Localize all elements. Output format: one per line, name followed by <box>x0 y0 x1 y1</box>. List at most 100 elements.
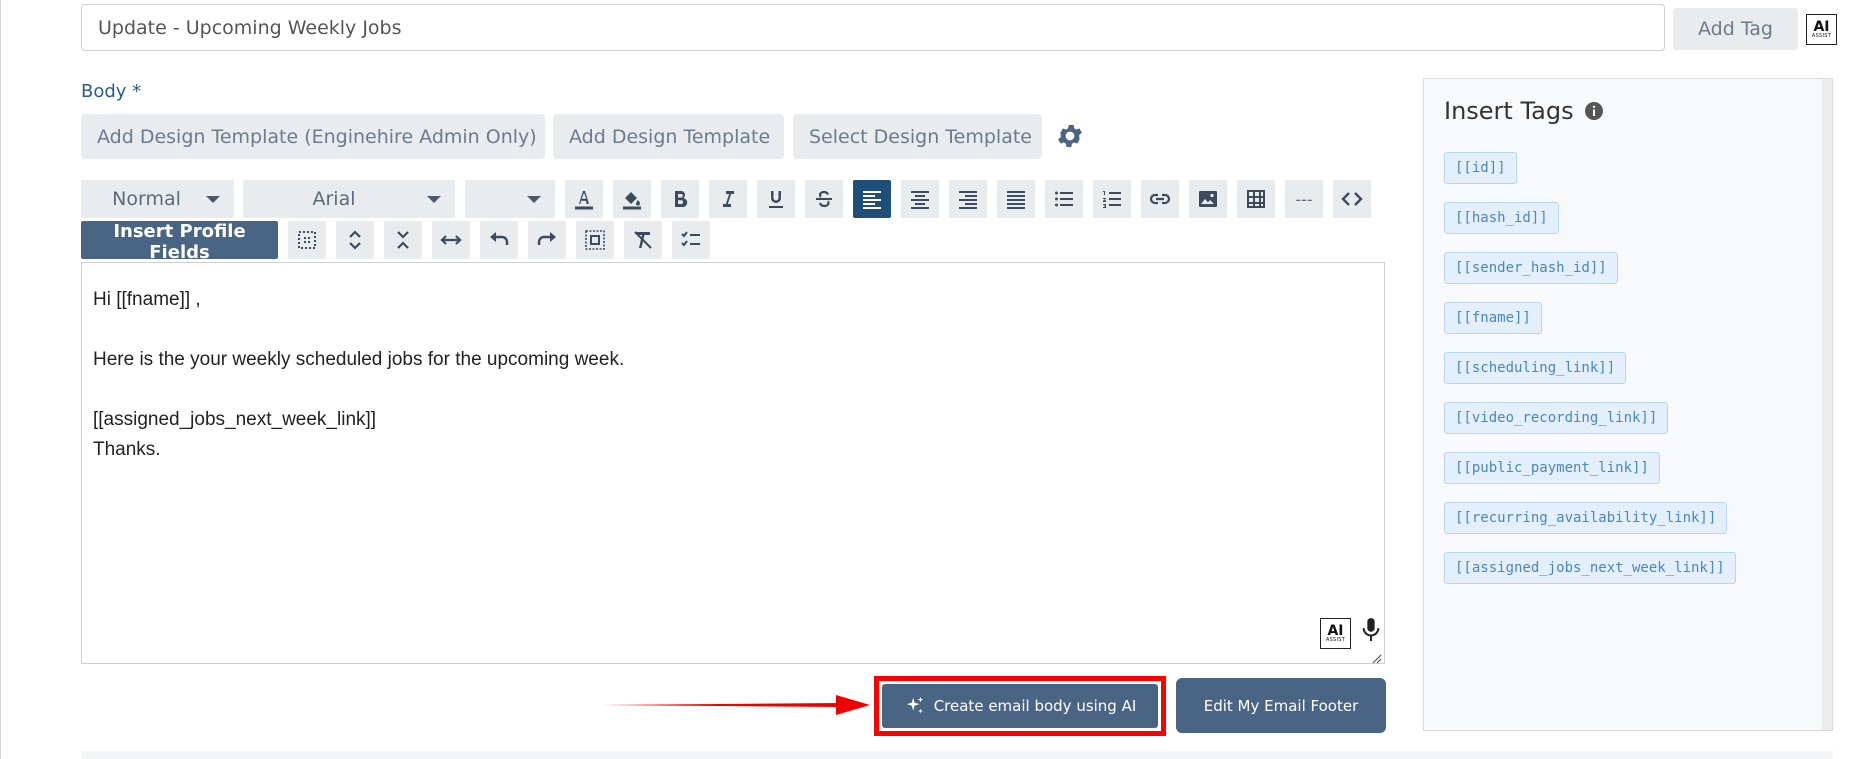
editor-line: Hi [[fname]] , <box>93 289 201 310</box>
format-dropdown-value: Normal <box>112 188 181 210</box>
subject-input[interactable] <box>81 4 1665 51</box>
strikethrough-icon <box>816 190 832 208</box>
insert-tags-title: Insert Tags <box>1444 97 1574 125</box>
align-justify-button[interactable] <box>997 180 1035 218</box>
email-body-editor[interactable]: Hi [[fname]] , Here is the your weekly s… <box>81 262 1385 664</box>
redo-icon <box>537 232 556 245</box>
font-color-button[interactable] <box>565 180 603 218</box>
edit-email-footer-button[interactable]: Edit My Email Footer <box>1176 678 1386 733</box>
create-email-body-ai-button[interactable]: Create email body using AI <box>882 684 1158 728</box>
collapse-vertical-button[interactable] <box>384 221 422 259</box>
editor-line: [[assigned_jobs_next_week_link]] <box>93 409 377 430</box>
create-email-body-ai-label: Create email body using AI <box>933 697 1137 715</box>
expand-horizontal-button[interactable] <box>432 221 470 259</box>
editor-line: Thanks. <box>93 439 161 460</box>
add-design-template-button[interactable]: Add Design Template <box>553 114 784 159</box>
clear-format-icon <box>634 231 652 249</box>
bullet-list-icon <box>1055 191 1073 207</box>
tag-chip[interactable]: [[hash_id]] <box>1444 202 1559 234</box>
align-right-button[interactable] <box>949 180 987 218</box>
horizontal-rule-button[interactable]: --- <box>1285 180 1323 218</box>
body-label: Body * <box>81 81 142 102</box>
italic-button[interactable] <box>709 180 747 218</box>
align-center-icon <box>911 191 929 209</box>
tag-chip[interactable]: [[fname]] <box>1444 302 1542 334</box>
horizontal-rule-label: --- <box>1295 189 1313 209</box>
paint-bucket-icon <box>623 192 641 210</box>
align-left-button[interactable] <box>853 180 891 218</box>
tag-chip[interactable]: [[assigned_jobs_next_week_link]] <box>1444 552 1736 584</box>
redo-button[interactable] <box>528 221 566 259</box>
code-view-button[interactable] <box>1333 180 1371 218</box>
expand-vertical-button[interactable] <box>336 221 374 259</box>
padding-icon <box>585 230 605 250</box>
annotation-arrow-icon <box>600 695 870 715</box>
align-justify-icon <box>1007 191 1025 209</box>
left-border <box>0 0 1 759</box>
font-color-icon <box>575 191 593 210</box>
link-icon <box>1149 193 1171 205</box>
info-icon[interactable] <box>1584 101 1604 121</box>
align-center-button[interactable] <box>901 180 939 218</box>
table-icon <box>1247 190 1265 208</box>
clear-format-button[interactable] <box>624 221 662 259</box>
bold-button[interactable] <box>661 180 699 218</box>
font-dropdown-value: Arial <box>312 188 356 210</box>
strikethrough-button[interactable] <box>805 180 843 218</box>
add-tag-button[interactable]: Add Tag <box>1673 8 1798 50</box>
size-dropdown[interactable] <box>465 180 555 218</box>
font-dropdown[interactable]: Arial <box>243 180 455 218</box>
microphone-icon[interactable] <box>1360 617 1382 643</box>
resize-handle-icon[interactable] <box>1370 652 1382 664</box>
ai-button-highlight: Create email body using AI <box>874 676 1166 736</box>
ai-assist-label: AI <box>1813 19 1830 35</box>
tag-chip[interactable]: [[scheduling_link]] <box>1444 352 1627 384</box>
numbered-list-icon <box>1103 191 1121 208</box>
tag-chip[interactable]: [[video_recording_link]] <box>1444 402 1669 434</box>
undo-icon <box>490 232 509 245</box>
arrows-horizontal-icon <box>440 235 462 245</box>
insert-tags-heading: Insert Tags <box>1444 97 1604 125</box>
select-all-button[interactable] <box>288 221 326 259</box>
editor-line: Here is the your weekly scheduled jobs f… <box>93 349 625 370</box>
checklist-button[interactable] <box>672 221 710 259</box>
undo-button[interactable] <box>480 221 518 259</box>
tag-chip[interactable]: [[id]] <box>1444 152 1517 184</box>
tags-scrollbar[interactable] <box>1822 79 1832 730</box>
italic-icon <box>723 191 734 207</box>
checklist-icon <box>681 231 700 247</box>
image-button[interactable] <box>1189 180 1227 218</box>
chevron-up-down-icon <box>349 230 361 250</box>
next-section-edge <box>81 751 1833 759</box>
chevron-down-icon <box>527 196 541 203</box>
tag-chip[interactable]: [[sender_hash_id]] <box>1444 252 1618 284</box>
table-button[interactable] <box>1237 180 1275 218</box>
code-icon <box>1341 192 1363 206</box>
select-all-icon <box>298 231 316 249</box>
select-design-template-button[interactable]: Select Design Template <box>793 114 1042 159</box>
ai-assist-subject-icon[interactable]: AI ASSIST <box>1806 14 1837 45</box>
sparkles-icon <box>906 696 923 714</box>
padding-button[interactable] <box>576 221 614 259</box>
collapse-icon <box>397 231 409 249</box>
tag-chip[interactable]: [[public_payment_link]] <box>1444 452 1660 484</box>
insert-profile-fields-button[interactable]: Insert Profile Fields <box>81 221 278 263</box>
ai-assist-body-icon[interactable]: AI ASSIST <box>1320 618 1351 649</box>
numbered-list-button[interactable] <box>1093 180 1131 218</box>
background-color-button[interactable] <box>613 180 651 218</box>
chevron-down-icon <box>206 196 220 203</box>
format-dropdown[interactable]: Normal <box>81 180 234 218</box>
gear-icon[interactable] <box>1055 121 1085 151</box>
link-button[interactable] <box>1141 180 1179 218</box>
chevron-down-icon <box>427 196 441 203</box>
align-right-icon <box>959 191 977 209</box>
add-design-template-admin-button[interactable]: Add Design Template (Enginehire Admin On… <box>81 114 545 159</box>
tag-chip[interactable]: [[recurring_availability_link]] <box>1444 502 1728 534</box>
ai-assist-sublabel: ASSIST <box>1325 637 1346 643</box>
underline-button[interactable] <box>757 180 795 218</box>
align-left-icon <box>863 191 881 209</box>
image-icon <box>1199 191 1217 207</box>
underline-icon <box>769 191 783 208</box>
bullet-list-button[interactable] <box>1045 180 1083 218</box>
ai-assist-label: AI <box>1327 623 1344 639</box>
